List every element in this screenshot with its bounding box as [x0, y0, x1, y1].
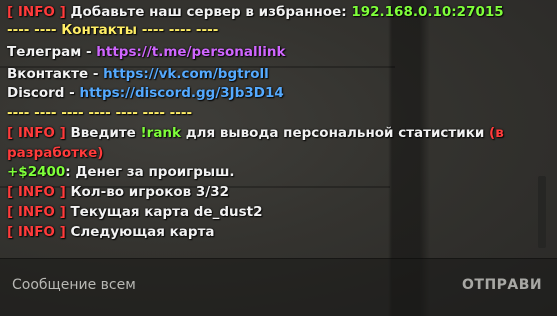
discord-link[interactable]: https://discord.gg/3Jb3D14	[79, 85, 283, 101]
chat-scrollbar-thumb[interactable]	[538, 176, 546, 248]
message-text: : Денег за проигрыш.	[65, 164, 235, 180]
message-text: Введите	[70, 125, 141, 141]
chat-message: Discord - https://discord.gg/3Jb3D14	[7, 84, 284, 102]
contacts-header: ---- ---- Контакты ---- ---- ----	[7, 22, 219, 38]
money-amount: +$2400	[7, 164, 66, 180]
game-chat-window: [ INFO ] Добавьте наш сервер в избранное…	[0, 0, 557, 316]
message-text: Кол-во игроков 3/32	[70, 184, 230, 200]
separator-line: ---- ---- ---- ---- ---- ---- ----	[7, 105, 193, 121]
chat-message: [ INFO ] Введите !rank для вывода персон…	[7, 124, 504, 142]
chat-message: [ INFO ] Добавьте наш сервер в избранное…	[7, 3, 504, 21]
info-tag: [ INFO ]	[7, 184, 66, 200]
message-text: Текущая карта de_dust2	[70, 204, 263, 220]
chat-message: [ INFO ] Текущая карта de_dust2	[7, 203, 263, 221]
info-tag: [ INFO ]	[7, 204, 66, 220]
vk-link[interactable]: https://vk.com/bgtroll	[103, 66, 269, 82]
wip-note-continued: разработке)	[7, 145, 104, 161]
telegram-link[interactable]: https://t.me/personallink	[96, 44, 285, 60]
server-address: 192.168.0.10:27015	[351, 4, 504, 20]
chat-message: +$2400: Денег за проигрыш.	[7, 163, 235, 181]
message-text: для вывода персональной статистики	[181, 125, 490, 141]
info-tag: [ INFO ]	[7, 125, 66, 141]
chat-log: [ INFO ] Добавьте наш сервер в избранное…	[0, 0, 535, 248]
contact-label: Телеграм -	[7, 44, 97, 60]
message-input[interactable]: Сообщение всем	[12, 277, 136, 293]
chat-message: Телеграм - https://t.me/personallink	[7, 43, 285, 61]
rank-command: !rank	[140, 125, 182, 141]
chat-message: [ INFO ] Следующая карта	[7, 223, 215, 241]
message-text: Добавьте наш сервер в избранное:	[70, 4, 347, 20]
info-tag: [ INFO ]	[7, 224, 66, 240]
contact-label: Discord -	[7, 85, 80, 101]
wip-note: (в	[489, 125, 504, 141]
send-button[interactable]: ОТПРАВИ	[462, 277, 557, 293]
chat-message: [ INFO ] Кол-во игроков 3/32	[7, 183, 229, 201]
info-tag: [ INFO ]	[7, 4, 66, 20]
contact-label: Вконтакте -	[7, 66, 104, 82]
message-text: Следующая карта	[70, 224, 215, 240]
chat-message: Вконтакте - https://vk.com/bgtroll	[7, 65, 269, 83]
